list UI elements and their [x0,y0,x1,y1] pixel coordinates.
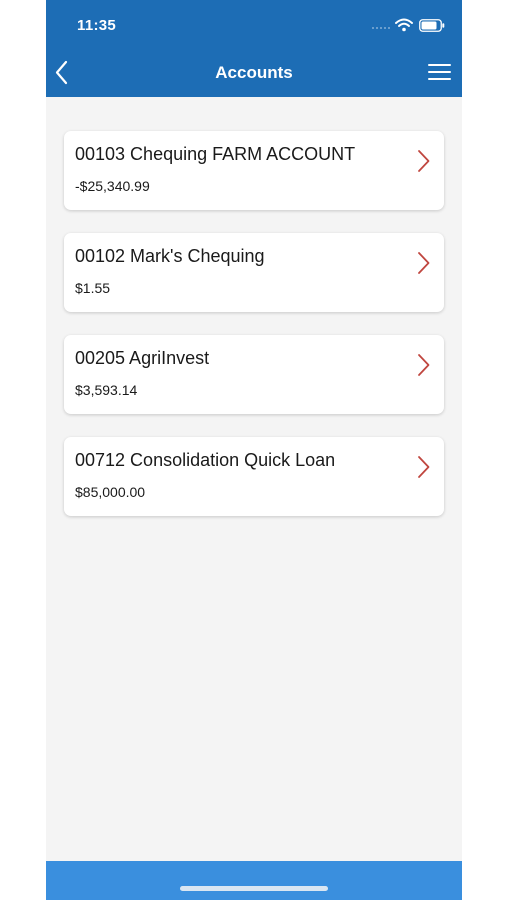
account-name: 00205 AgriInvest [75,348,210,368]
chevron-right-icon [418,456,430,478]
account-balance: -$25,340.99 [75,178,150,194]
battery-icon [419,19,445,32]
account-balance: $3,593.14 [75,382,138,398]
bottom-bar [46,861,462,900]
account-balance: $85,000.00 [75,484,146,500]
status-time: 11:35 [77,17,117,34]
account-card[interactable]: 00103 Chequing FARM ACCOUNT -$25,340.99 [64,131,444,210]
navigation-bar: Accounts [46,46,462,97]
chevron-right-icon [418,150,430,172]
hamburger-menu-icon [428,64,451,67]
account-balance: $1.55 [75,280,111,296]
account-list: 00103 Chequing FARM ACCOUNT -$25,340.99 … [64,131,444,539]
account-name: 00102 Mark's Chequing [75,246,265,266]
account-name: 00712 Consolidation Quick Loan [75,450,336,470]
chevron-right-icon [418,252,430,274]
chevron-right-icon [418,354,430,376]
status-bar: 11:35 [46,0,462,46]
menu-button[interactable] [428,64,452,82]
phone-screen: 11:35 Accounts 00103 Chequing FARM ACCOU… [46,0,462,900]
page-title: Accounts [215,63,293,82]
signal-dots-icon [372,27,390,30]
wifi-icon [395,18,413,32]
account-card[interactable]: 00205 AgriInvest $3,593.14 [64,335,444,414]
account-card[interactable]: 00712 Consolidation Quick Loan $85,000.0… [64,437,444,516]
home-indicator[interactable] [180,886,328,891]
account-card[interactable]: 00102 Mark's Chequing $1.55 [64,233,444,312]
account-name: 00103 Chequing FARM ACCOUNT [75,144,356,164]
